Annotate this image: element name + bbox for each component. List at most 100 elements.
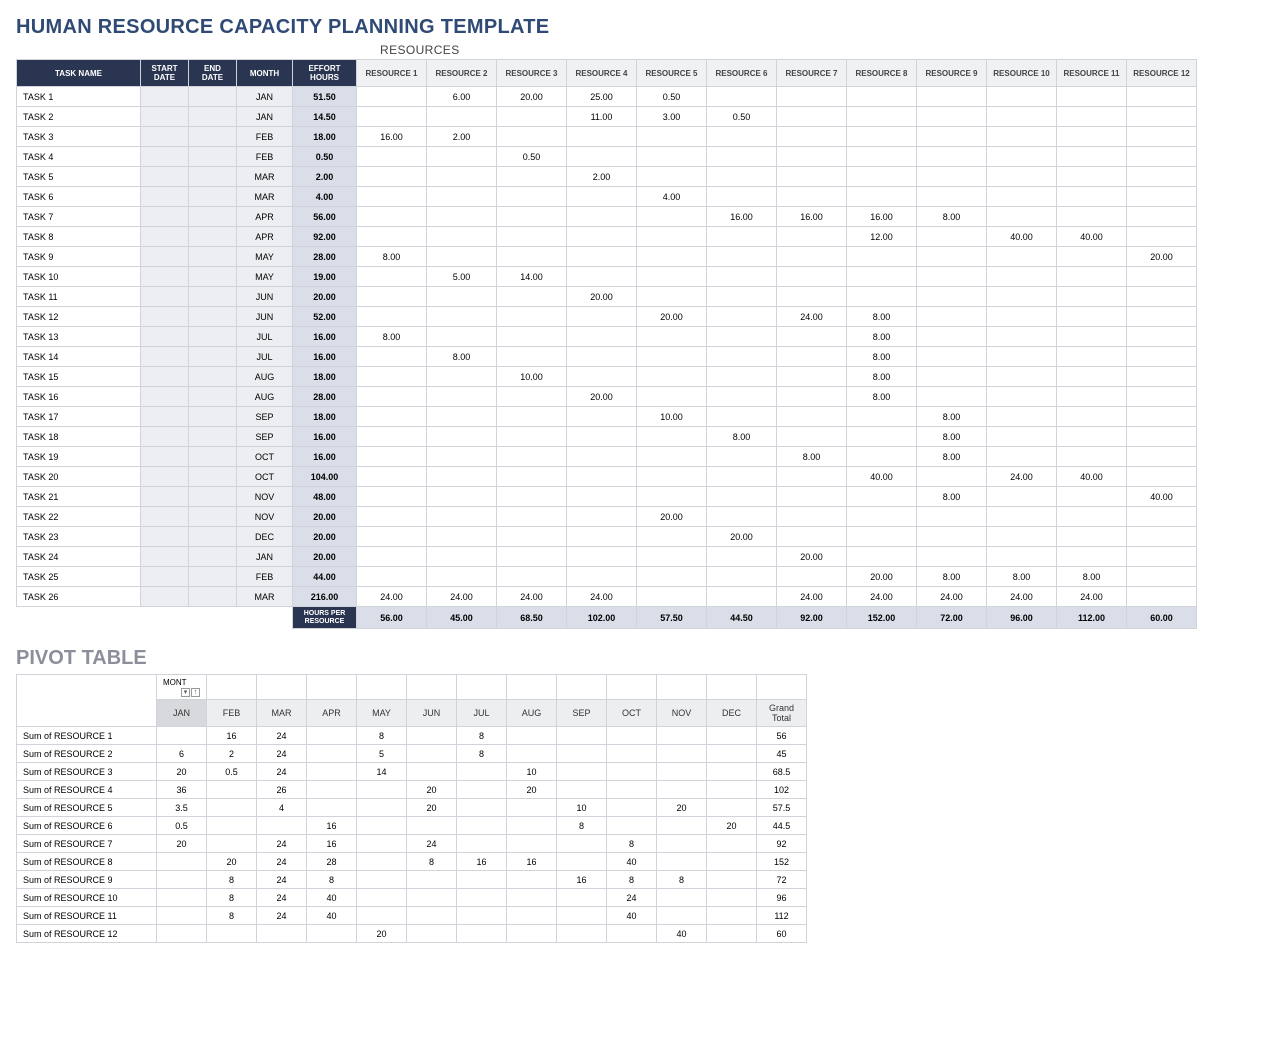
effort-hours-cell[interactable]: 56.00 [293, 207, 357, 227]
month-cell[interactable]: SEP [237, 427, 293, 447]
pivot-cell[interactable]: 16 [457, 853, 507, 871]
pivot-cell[interactable] [607, 799, 657, 817]
resource-cell[interactable] [917, 327, 987, 347]
start-date-cell[interactable] [141, 347, 189, 367]
pivot-cell[interactable] [707, 745, 757, 763]
resource-cell[interactable] [987, 147, 1057, 167]
resource-cell[interactable]: 20.00 [637, 507, 707, 527]
pivot-cell[interactable] [307, 925, 357, 943]
resource-cell[interactable] [1057, 407, 1127, 427]
resource-cell[interactable] [917, 147, 987, 167]
resource-cell[interactable] [777, 427, 847, 447]
effort-hours-cell[interactable]: 20.00 [293, 507, 357, 527]
resource-cell[interactable]: 16.00 [707, 207, 777, 227]
task-name-cell[interactable]: TASK 14 [17, 347, 141, 367]
pivot-cell[interactable] [257, 925, 307, 943]
resource-cell[interactable] [707, 407, 777, 427]
resource-cell[interactable] [777, 567, 847, 587]
pivot-cell[interactable] [557, 889, 607, 907]
month-cell[interactable]: OCT [237, 467, 293, 487]
pivot-cell[interactable] [357, 817, 407, 835]
month-cell[interactable]: MAY [237, 267, 293, 287]
pivot-cell[interactable] [407, 727, 457, 745]
resource-cell[interactable] [357, 387, 427, 407]
resource-cell[interactable]: 10.00 [497, 367, 567, 387]
pivot-cell[interactable]: 8 [207, 889, 257, 907]
pivot-cell[interactable] [507, 925, 557, 943]
task-name-cell[interactable]: TASK 21 [17, 487, 141, 507]
resource-cell[interactable] [917, 267, 987, 287]
resource-cell[interactable] [357, 87, 427, 107]
resource-cell[interactable] [847, 127, 917, 147]
resource-cell[interactable]: 0.50 [637, 87, 707, 107]
start-date-cell[interactable] [141, 407, 189, 427]
resource-cell[interactable] [497, 127, 567, 147]
resource-cell[interactable] [707, 587, 777, 607]
pivot-cell[interactable]: 24 [607, 889, 657, 907]
effort-hours-cell[interactable]: 16.00 [293, 447, 357, 467]
resource-cell[interactable]: 20.00 [497, 87, 567, 107]
pivot-cell[interactable]: 2 [207, 745, 257, 763]
resource-cell[interactable] [987, 307, 1057, 327]
pivot-cell[interactable]: 5 [357, 745, 407, 763]
pivot-cell[interactable]: 24 [257, 727, 307, 745]
resource-cell[interactable] [357, 487, 427, 507]
resource-cell[interactable] [637, 207, 707, 227]
pivot-cell[interactable] [557, 727, 607, 745]
pivot-cell[interactable] [557, 835, 607, 853]
resource-cell[interactable] [1057, 347, 1127, 367]
resource-cell[interactable] [847, 167, 917, 187]
pivot-col-feb[interactable]: FEB [207, 700, 257, 727]
col-month[interactable]: MONTH [237, 60, 293, 87]
resource-cell[interactable] [567, 247, 637, 267]
pivot-cell[interactable]: 24 [257, 835, 307, 853]
end-date-cell[interactable] [189, 107, 237, 127]
resource-cell[interactable]: 16.00 [777, 207, 847, 227]
resource-cell[interactable] [497, 247, 567, 267]
resource-cell[interactable] [1127, 467, 1197, 487]
month-cell[interactable]: JAN [237, 87, 293, 107]
resource-cell[interactable]: 24.00 [987, 587, 1057, 607]
pivot-col-jul[interactable]: JUL [457, 700, 507, 727]
pivot-cell[interactable] [607, 817, 657, 835]
resource-cell[interactable] [917, 87, 987, 107]
pivot-cell[interactable] [707, 835, 757, 853]
resource-cell[interactable] [987, 247, 1057, 267]
resource-cell[interactable] [917, 287, 987, 307]
pivot-cell[interactable]: 20 [357, 925, 407, 943]
resource-cell[interactable]: 24.00 [777, 587, 847, 607]
resource-cell[interactable] [497, 487, 567, 507]
resource-cell[interactable] [707, 287, 777, 307]
resource-cell[interactable]: 24.00 [1057, 587, 1127, 607]
pivot-cell[interactable] [257, 817, 307, 835]
pivot-cell[interactable] [607, 727, 657, 745]
pivot-cell[interactable] [657, 889, 707, 907]
pivot-cell[interactable] [707, 925, 757, 943]
end-date-cell[interactable] [189, 427, 237, 447]
start-date-cell[interactable] [141, 587, 189, 607]
start-date-cell[interactable] [141, 267, 189, 287]
resource-cell[interactable] [987, 207, 1057, 227]
pivot-cell[interactable]: 4 [257, 799, 307, 817]
pivot-cell[interactable]: 3.5 [157, 799, 207, 817]
col-resource-9[interactable]: RESOURCE 9 [917, 60, 987, 87]
resource-cell[interactable] [707, 187, 777, 207]
col-resource-6[interactable]: RESOURCE 6 [707, 60, 777, 87]
month-cell[interactable]: AUG [237, 387, 293, 407]
resource-cell[interactable]: 24.00 [987, 467, 1057, 487]
month-cell[interactable]: OCT [237, 447, 293, 467]
pivot-row-label[interactable]: Sum of RESOURCE 9 [17, 871, 157, 889]
resource-cell[interactable] [637, 567, 707, 587]
task-name-cell[interactable]: TASK 15 [17, 367, 141, 387]
resource-cell[interactable] [707, 507, 777, 527]
resource-cell[interactable] [777, 247, 847, 267]
col-resource-10[interactable]: RESOURCE 10 [987, 60, 1057, 87]
resource-cell[interactable] [357, 227, 427, 247]
resource-cell[interactable]: 8.00 [987, 567, 1057, 587]
resource-cell[interactable] [497, 207, 567, 227]
resource-cell[interactable] [777, 267, 847, 287]
resource-cell[interactable] [847, 427, 917, 447]
resource-cell[interactable]: 24.00 [427, 587, 497, 607]
resource-cell[interactable] [637, 227, 707, 247]
resource-cell[interactable] [1127, 87, 1197, 107]
